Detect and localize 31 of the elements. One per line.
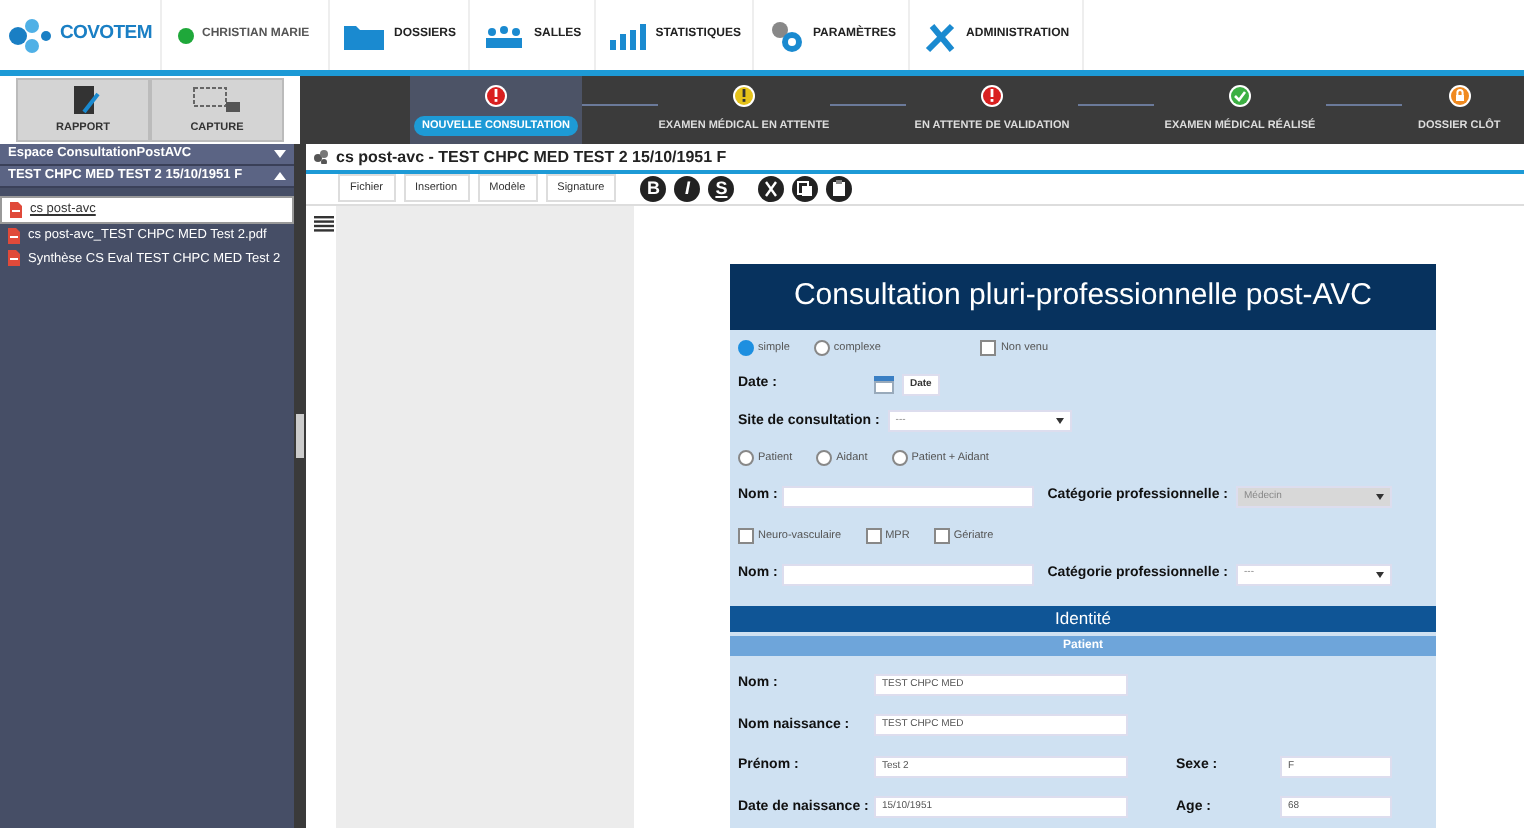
expand-caret-icon <box>274 150 286 158</box>
check-icon <box>1228 83 1252 108</box>
text-field[interactable] <box>782 486 1034 508</box>
text-field[interactable] <box>782 563 1034 585</box>
form-title: Consultation pluri-professionnelle post-AVC <box>793 275 1373 316</box>
caret-icon <box>1376 571 1384 577</box>
pdf-file-icon <box>10 201 22 218</box>
menu-icon[interactable] <box>314 216 334 233</box>
alert-icon <box>484 83 508 108</box>
copy-icon[interactable] <box>792 175 819 202</box>
pdf-file-icon <box>8 227 20 244</box>
section-header: Identité <box>730 606 1436 632</box>
lock-icon <box>1447 83 1472 108</box>
caret-icon <box>1055 418 1064 425</box>
document-icon <box>314 150 328 164</box>
warning-icon <box>732 83 756 108</box>
scrollbar-thumb[interactable] <box>296 414 304 458</box>
pdf-file-icon <box>8 250 20 267</box>
alert-icon <box>980 83 1004 108</box>
collapse-caret-icon <box>274 172 286 180</box>
logo-text: COVOTEM <box>60 20 152 49</box>
format-button[interactable]: B <box>640 175 667 202</box>
format-button[interactable]: I <box>674 175 701 202</box>
settings-icon <box>766 17 805 53</box>
format-button[interactable]: S <box>708 175 735 202</box>
paste-icon[interactable] <box>826 175 853 202</box>
logo-icon <box>8 17 52 53</box>
caret-icon <box>1376 494 1384 500</box>
capture-icon <box>192 84 242 116</box>
document-title: cs post-avc - TEST CHPC MED TEST 2 15/10/1951 F <box>336 145 727 169</box>
calendar-icon <box>874 375 894 394</box>
